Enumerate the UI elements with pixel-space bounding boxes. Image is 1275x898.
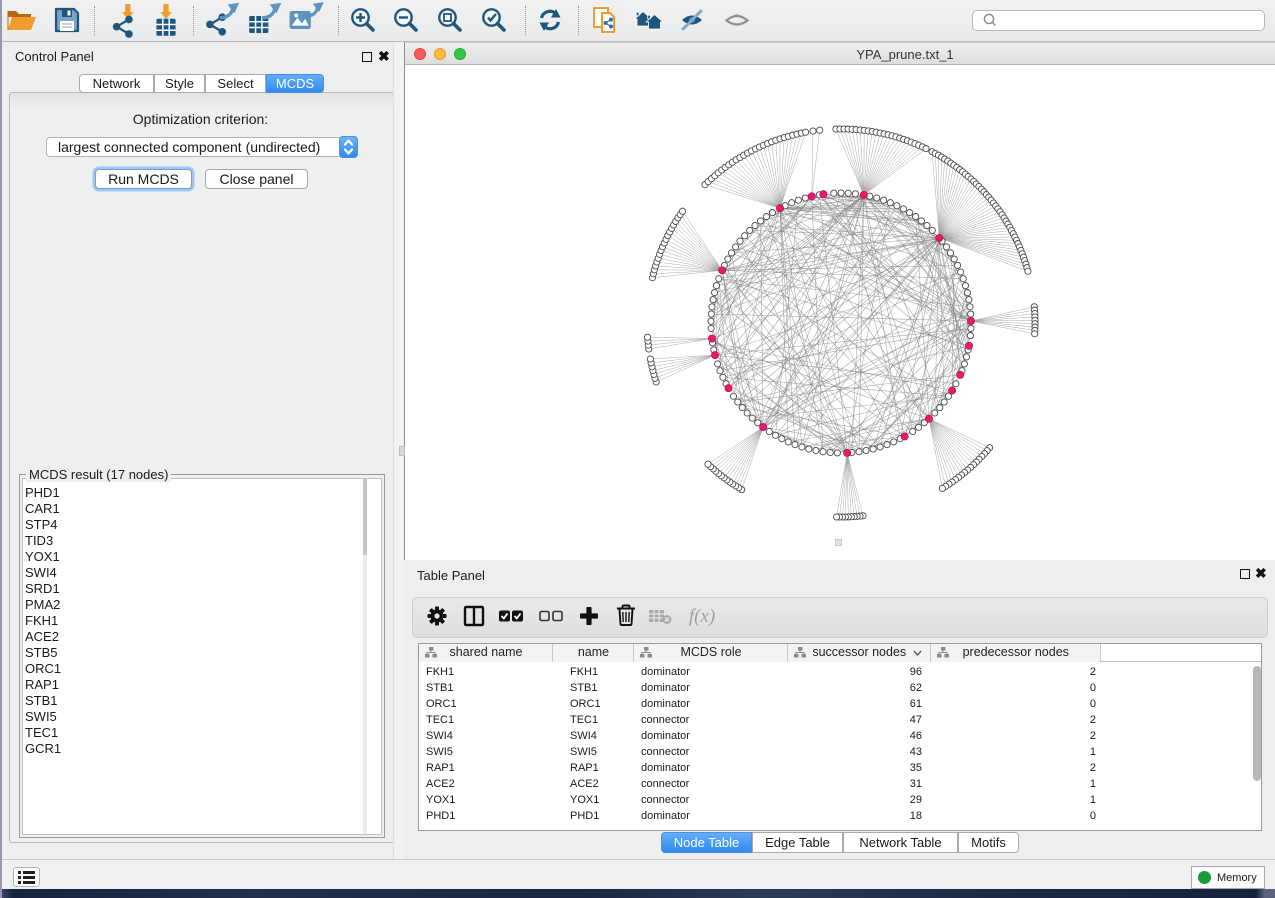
svg-text:f(x): f(x)	[689, 606, 715, 627]
